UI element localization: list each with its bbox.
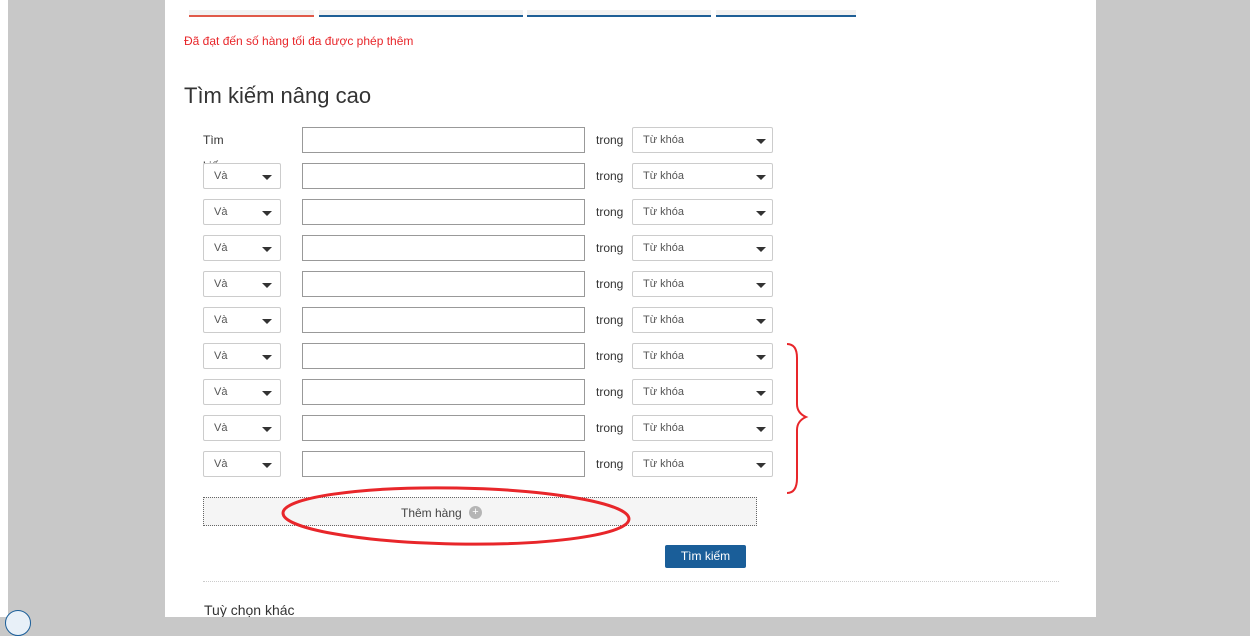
page-title: Tìm kiếm nâng cao	[184, 83, 372, 108]
chevron-down-icon	[756, 391, 766, 396]
search-term-input[interactable]	[302, 343, 585, 369]
chevron-down-icon	[756, 247, 766, 252]
chevron-down-icon	[756, 139, 766, 144]
tab-1[interactable]	[189, 10, 314, 17]
chevron-down-icon	[262, 355, 272, 360]
in-label: trong	[596, 421, 624, 435]
chevron-down-icon	[262, 211, 272, 216]
operator-value: Và	[214, 350, 228, 362]
chevron-down-icon	[756, 175, 766, 180]
operator-value: Và	[214, 386, 228, 398]
field-value: Từ khóa	[643, 134, 684, 146]
chevron-down-icon	[756, 319, 766, 324]
operator-select[interactable]: Và	[203, 163, 281, 189]
field-value: Từ khóa	[643, 242, 684, 254]
field-select[interactable]: Từ khóa	[632, 451, 773, 477]
in-label: trong	[596, 169, 624, 183]
field-select[interactable]: Từ khóa	[632, 199, 773, 225]
operator-value: Và	[214, 170, 228, 182]
operator-value: Và	[214, 242, 228, 254]
main-content: Đã đạt đến số hàng tối đa được phép thêm…	[165, 0, 1096, 617]
operator-select[interactable]: Và	[203, 379, 281, 405]
field-value: Từ khóa	[643, 206, 684, 218]
window-edge	[0, 0, 8, 617]
tab-4[interactable]	[716, 10, 856, 17]
search-term-input[interactable]	[302, 199, 585, 225]
search-button[interactable]: Tìm kiếm	[665, 545, 746, 568]
operator-select[interactable]: Và	[203, 451, 281, 477]
chevron-down-icon	[262, 319, 272, 324]
in-label: trong	[596, 133, 624, 147]
in-label: trong	[596, 205, 624, 219]
page-gutter-right	[1096, 0, 1250, 617]
add-row-button[interactable]: Thêm hàng +	[203, 497, 757, 526]
field-select[interactable]: Từ khóa	[632, 127, 773, 153]
chevron-down-icon	[756, 427, 766, 432]
add-row-label: Thêm hàng	[401, 506, 462, 520]
operator-select[interactable]: Và	[203, 271, 281, 297]
in-label: trong	[596, 277, 624, 291]
tab-3[interactable]	[527, 10, 711, 17]
search-term-input[interactable]	[302, 127, 585, 153]
in-label: trong	[596, 385, 624, 399]
field-value: Từ khóa	[643, 278, 684, 290]
operator-value: Và	[214, 206, 228, 218]
page-gutter-left	[8, 0, 165, 617]
operator-select[interactable]: Và	[203, 307, 281, 333]
field-select[interactable]: Từ khóa	[632, 163, 773, 189]
operator-value: Và	[214, 278, 228, 290]
other-options-heading: Tuỳ chọn khác	[204, 602, 295, 617]
field-value: Từ khóa	[643, 314, 684, 326]
field-value: Từ khóa	[643, 170, 684, 182]
chevron-down-icon	[756, 211, 766, 216]
chevron-down-icon	[262, 391, 272, 396]
chevron-down-icon	[756, 283, 766, 288]
operator-select[interactable]: Và	[203, 415, 281, 441]
chevron-down-icon	[262, 247, 272, 252]
chevron-down-icon	[262, 283, 272, 288]
section-divider	[203, 581, 1059, 582]
field-value: Từ khóa	[643, 350, 684, 362]
field-select[interactable]: Từ khóa	[632, 415, 773, 441]
chevron-down-icon	[756, 463, 766, 468]
field-value: Từ khóa	[643, 386, 684, 398]
field-select[interactable]: Từ khóa	[632, 343, 773, 369]
in-label: trong	[596, 313, 624, 327]
operator-select[interactable]: Và	[203, 343, 281, 369]
in-label: trong	[596, 457, 624, 471]
operator-value: Và	[214, 458, 228, 470]
plus-circle-icon: +	[469, 506, 482, 519]
in-label: trong	[596, 349, 624, 363]
field-select[interactable]: Từ khóa	[632, 379, 773, 405]
field-select[interactable]: Từ khóa	[632, 307, 773, 333]
operator-select[interactable]: Và	[203, 235, 281, 261]
operator-value: Và	[214, 422, 228, 434]
tab-2[interactable]	[319, 10, 523, 17]
search-term-input[interactable]	[302, 451, 585, 477]
field-value: Từ khóa	[643, 422, 684, 434]
field-value: Từ khóa	[643, 458, 684, 470]
chevron-down-icon	[262, 463, 272, 468]
field-select[interactable]: Từ khóa	[632, 271, 773, 297]
search-term-input[interactable]	[302, 163, 585, 189]
search-term-input[interactable]	[302, 415, 585, 441]
chevron-down-icon	[262, 427, 272, 432]
chevron-down-icon	[756, 355, 766, 360]
operator-select[interactable]: Và	[203, 199, 281, 225]
scroll-circle-icon[interactable]	[5, 610, 31, 636]
search-term-input[interactable]	[302, 235, 585, 261]
chevron-down-icon	[262, 175, 272, 180]
search-term-input[interactable]	[302, 271, 585, 297]
operator-value: Và	[214, 314, 228, 326]
max-rows-error: Đã đạt đến số hàng tối đa được phép thêm	[184, 34, 414, 48]
in-label: trong	[596, 241, 624, 255]
field-select[interactable]: Từ khóa	[632, 235, 773, 261]
search-term-input[interactable]	[302, 307, 585, 333]
search-term-input[interactable]	[302, 379, 585, 405]
